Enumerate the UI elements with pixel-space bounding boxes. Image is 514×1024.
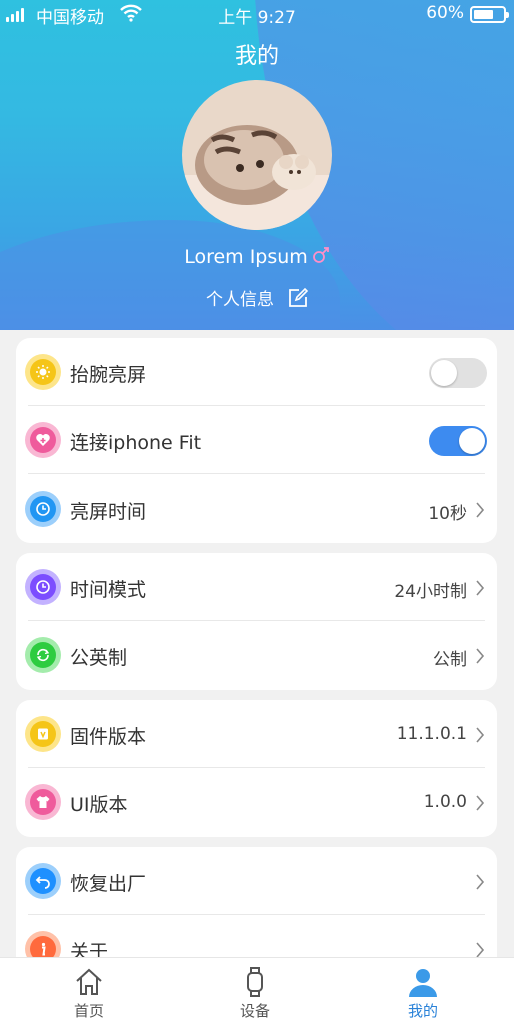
tab-label: 设备 [239,1002,270,1020]
setting-value: 10秒 [428,504,467,524]
exchange-icon [25,637,61,673]
settings-card-display: 抬腕亮屏 连接iphone Fit 亮屏时间 10秒 [16,338,497,543]
setting-unit-system[interactable]: 公英制 公制 [16,621,497,689]
clock-icon [25,569,61,605]
username: Lorem Ipsum [0,246,514,269]
setting-raise-to-wake[interactable]: 抬腕亮屏 [16,338,497,406]
shirt-icon [25,784,61,820]
avatar[interactable] [182,80,332,230]
setting-label: 时间模式 [70,579,147,601]
heart-plus-icon [25,422,61,458]
battery-percent: 60% [426,3,464,23]
setting-value: 公制 [433,650,467,670]
undo-icon [25,863,61,899]
chevron-right-icon [475,648,485,668]
tab-label: 我的 [407,1002,438,1020]
page-title: 我的 [234,44,279,69]
chevron-right-icon [475,874,485,894]
setting-label: 亮屏时间 [70,501,147,523]
header-wave-decoration-bottom [0,220,340,330]
setting-value: 1.0.0 [423,792,467,812]
username-text: Lorem Ipsum [184,246,308,268]
sun-icon [25,354,61,390]
setting-label: 连接iphone Fit [70,432,202,454]
setting-value: 11.1.0.1 [396,724,467,744]
setting-firmware-version[interactable]: 固件版本 11.1.0.1 [16,700,497,768]
profile-info-link[interactable]: 个人信息 [0,285,514,313]
edit-icon[interactable] [288,287,309,313]
tab-home[interactable]: 首页 [29,958,149,1024]
battery-icon [470,6,509,23]
setting-value: 24小时制 [394,582,467,602]
chevron-right-icon [475,502,485,522]
setting-time-mode[interactable]: 时间模式 24小时制 [16,553,497,621]
setting-connect-iphone-fit[interactable]: 连接iphone Fit [16,406,497,474]
gender-male-icon [312,246,330,269]
chevron-right-icon [475,727,485,747]
watch-icon [239,966,271,998]
setting-label: 公英制 [70,647,128,669]
setting-screen-on-time[interactable]: 亮屏时间 10秒 [16,475,497,543]
setting-label: UI版本 [70,794,128,816]
settings-card-units: 时间模式 24小时制 公英制 公制 [16,553,497,690]
tab-device[interactable]: 设备 [195,958,315,1024]
chevron-right-icon [475,795,485,815]
status-bar: 中国移动 上午 9:27 60% [0,0,514,28]
setting-label: 恢复出厂 [70,873,147,895]
tab-bar: 首页 设备 我的 [0,957,514,1024]
tab-label: 首页 [73,1002,104,1020]
profile-info-label: 个人信息 [206,290,274,310]
setting-factory-reset[interactable]: 恢复出厂 [16,847,497,915]
home-icon [73,966,105,998]
firmware-icon [25,716,61,752]
connect-iphone-fit-toggle[interactable] [429,426,487,456]
profile-header: 中国移动 上午 9:27 60% 我的 Lorem Ipsum 个人信息 [0,0,514,330]
raise-to-wake-toggle[interactable] [429,358,487,388]
tab-me[interactable]: 我的 [363,958,483,1024]
setting-label: 抬腕亮屏 [70,364,147,386]
user-icon [407,966,439,998]
settings-card-versions: 固件版本 11.1.0.1 UI版本 1.0.0 [16,700,497,837]
setting-ui-version[interactable]: UI版本 1.0.0 [16,768,497,836]
timer-icon [25,491,61,527]
chevron-right-icon [475,580,485,600]
setting-label: 固件版本 [70,726,147,748]
